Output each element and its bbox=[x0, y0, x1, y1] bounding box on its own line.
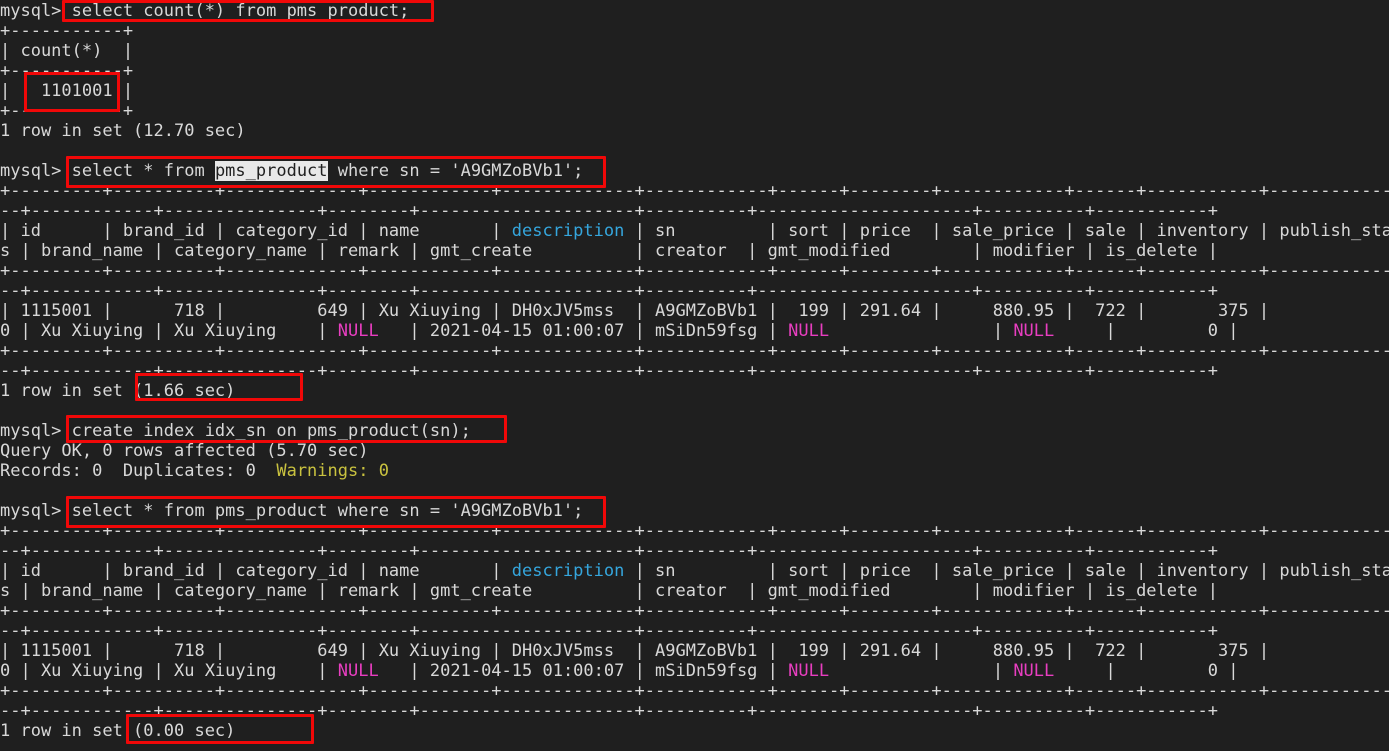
terminal-text: NULL bbox=[788, 321, 830, 341]
terminal-line: +---------+----------+-------------+----… bbox=[0, 261, 1389, 281]
terminal-line: mysql> select * from pms_product where s… bbox=[0, 501, 1389, 521]
terminal-line: s | brand_name | category_name | remark … bbox=[0, 581, 1389, 601]
terminal-text: 1 row in set (0.00 sec) bbox=[0, 721, 236, 741]
terminal-text: | bbox=[829, 661, 1014, 681]
terminal-line: +---------+----------+-------------+----… bbox=[0, 181, 1389, 201]
terminal-text: NULL bbox=[337, 321, 379, 341]
terminal-line: | 1115001 | 718 | 649 | Xu Xiuying | DH0… bbox=[0, 641, 1389, 661]
terminal-text: | id | brand_id | category_id | name | bbox=[0, 221, 512, 241]
terminal-text: mysql> select * from bbox=[0, 161, 215, 181]
terminal-line: --+------------+---------------+--------… bbox=[0, 621, 1389, 641]
terminal-text: NULL bbox=[1013, 661, 1055, 681]
terminal-line: Query OK, 0 rows affected (5.70 sec) bbox=[0, 441, 1389, 461]
terminal-text: --+------------+---------------+--------… bbox=[0, 201, 1218, 221]
terminal-line: 0 | Xu Xiuying | Xu Xiuying | NULL | 202… bbox=[0, 661, 1389, 681]
terminal-text: +---------+----------+-------------+----… bbox=[0, 681, 1389, 701]
terminal-text: s | brand_name | category_name | remark … bbox=[0, 241, 1218, 261]
terminal-text: | sn | sort | price | sale_price | sale … bbox=[624, 561, 1389, 581]
terminal-line: | count(*) | bbox=[0, 41, 1389, 61]
terminal-text: +---------+----------+-------------+----… bbox=[0, 181, 1389, 201]
terminal-text: | id | brand_id | category_id | name | bbox=[0, 561, 512, 581]
terminal-text: --+------------+---------------+--------… bbox=[0, 361, 1218, 381]
terminal-line: 0 | Xu Xiuying | Xu Xiuying | NULL | 202… bbox=[0, 321, 1389, 341]
terminal-line: 1 row in set (12.70 sec) bbox=[0, 121, 1389, 141]
terminal-text: | 2021-04-15 01:00:07 | mSiDn59fsg | bbox=[378, 321, 789, 341]
terminal-line: | id | brand_id | category_id | name | d… bbox=[0, 221, 1389, 241]
terminal-text: 0 | Xu Xiuying | Xu Xiuying | bbox=[0, 321, 338, 341]
terminal-line: +---------+----------+-------------+----… bbox=[0, 601, 1389, 621]
terminal-text: 1 row in set (1.66 sec) bbox=[0, 381, 236, 401]
terminal-line: +---------+----------+-------------+----… bbox=[0, 521, 1389, 541]
terminal-text: s | brand_name | category_name | remark … bbox=[0, 581, 1218, 601]
terminal-text: | 0 | bbox=[1054, 661, 1239, 681]
terminal-text: | 1101001 | bbox=[0, 81, 134, 101]
terminal-output: mysql> select count(*) from pms_product;… bbox=[0, 1, 1389, 741]
terminal-text: Query OK, 0 rows affected (5.70 sec) bbox=[0, 441, 369, 461]
terminal-text: | count(*) | bbox=[0, 41, 134, 61]
terminal-line: | 1101001 | bbox=[0, 81, 1389, 101]
terminal-line: mysql> create index idx_sn on pms_produc… bbox=[0, 421, 1389, 441]
terminal-text: +---------+----------+-------------+----… bbox=[0, 601, 1389, 621]
terminal-text: Warnings: 0 bbox=[276, 461, 389, 481]
terminal-text: --+------------+---------------+--------… bbox=[0, 701, 1218, 721]
terminal-line: mysql> select * from pms_product where s… bbox=[0, 161, 1389, 181]
terminal-text: --+------------+---------------+--------… bbox=[0, 281, 1218, 301]
terminal-text: mysql> select * from pms_product where s… bbox=[0, 501, 584, 521]
terminal-line: | id | brand_id | category_id | name | d… bbox=[0, 561, 1389, 581]
terminal-line: 1 row in set (1.66 sec) bbox=[0, 381, 1389, 401]
terminal-line: Records: 0 Duplicates: 0 Warnings: 0 bbox=[0, 461, 1389, 481]
terminal-text: 1 row in set (12.70 sec) bbox=[0, 121, 246, 141]
terminal-line: +---------+----------+-------------+----… bbox=[0, 341, 1389, 361]
terminal-text: +---------+----------+-------------+----… bbox=[0, 341, 1389, 361]
terminal-line: --+------------+---------------+--------… bbox=[0, 201, 1389, 221]
terminal-text: 0 | Xu Xiuying | Xu Xiuying | bbox=[0, 661, 338, 681]
terminal-text: +---------+----------+-------------+----… bbox=[0, 261, 1389, 281]
terminal-text: +-----------+ bbox=[0, 101, 134, 121]
terminal-text: --+------------+---------------+--------… bbox=[0, 541, 1218, 561]
terminal-text: | 1115001 | 718 | 649 | Xu Xiuying | DH0… bbox=[0, 641, 1270, 661]
mysql-terminal-window[interactable]: mysql> select count(*) from pms_product;… bbox=[0, 0, 1389, 751]
terminal-line: +-----------+ bbox=[0, 21, 1389, 41]
terminal-text: +---------+----------+-------------+----… bbox=[0, 521, 1389, 541]
terminal-text: Records: 0 Duplicates: 0 bbox=[0, 461, 277, 481]
terminal-line: --+------------+---------------+--------… bbox=[0, 701, 1389, 721]
terminal-text: mysql> select count(*) from pms_product; bbox=[0, 1, 410, 21]
terminal-line: --+------------+---------------+--------… bbox=[0, 281, 1389, 301]
terminal-text: mysql> create index idx_sn on pms_produc… bbox=[0, 421, 471, 441]
terminal-line: 1 row in set (0.00 sec) bbox=[0, 721, 1389, 741]
terminal-text: | 1115001 | 718 | 649 | Xu Xiuying | DH0… bbox=[0, 301, 1270, 321]
terminal-text: +-----------+ bbox=[0, 21, 134, 41]
terminal-text: +-----------+ bbox=[0, 61, 134, 81]
terminal-text: | bbox=[829, 321, 1014, 341]
terminal-line: +-----------+ bbox=[0, 101, 1389, 121]
terminal-line: s | brand_name | category_name | remark … bbox=[0, 241, 1389, 261]
terminal-text: | 2021-04-15 01:00:07 | mSiDn59fsg | bbox=[378, 661, 789, 681]
terminal-line: --+------------+---------------+--------… bbox=[0, 541, 1389, 561]
terminal-text: description bbox=[511, 561, 625, 581]
terminal-text: NULL bbox=[337, 661, 379, 681]
terminal-text: | 0 | bbox=[1054, 321, 1239, 341]
terminal-text: description bbox=[511, 221, 625, 241]
terminal-line: +-----------+ bbox=[0, 61, 1389, 81]
terminal-text: --+------------+---------------+--------… bbox=[0, 621, 1218, 641]
terminal-text: NULL bbox=[788, 661, 830, 681]
terminal-text: where sn = 'A9GMZoBVb1'; bbox=[327, 161, 584, 181]
terminal-line: +---------+----------+-------------+----… bbox=[0, 681, 1389, 701]
selected-text: pms_product bbox=[214, 161, 328, 181]
terminal-line: | 1115001 | 718 | 649 | Xu Xiuying | DH0… bbox=[0, 301, 1389, 321]
terminal-line: --+------------+---------------+--------… bbox=[0, 361, 1389, 381]
terminal-text: NULL bbox=[1013, 321, 1055, 341]
terminal-text: | sn | sort | price | sale_price | sale … bbox=[624, 221, 1389, 241]
terminal-line: mysql> select count(*) from pms_product; bbox=[0, 1, 1389, 21]
